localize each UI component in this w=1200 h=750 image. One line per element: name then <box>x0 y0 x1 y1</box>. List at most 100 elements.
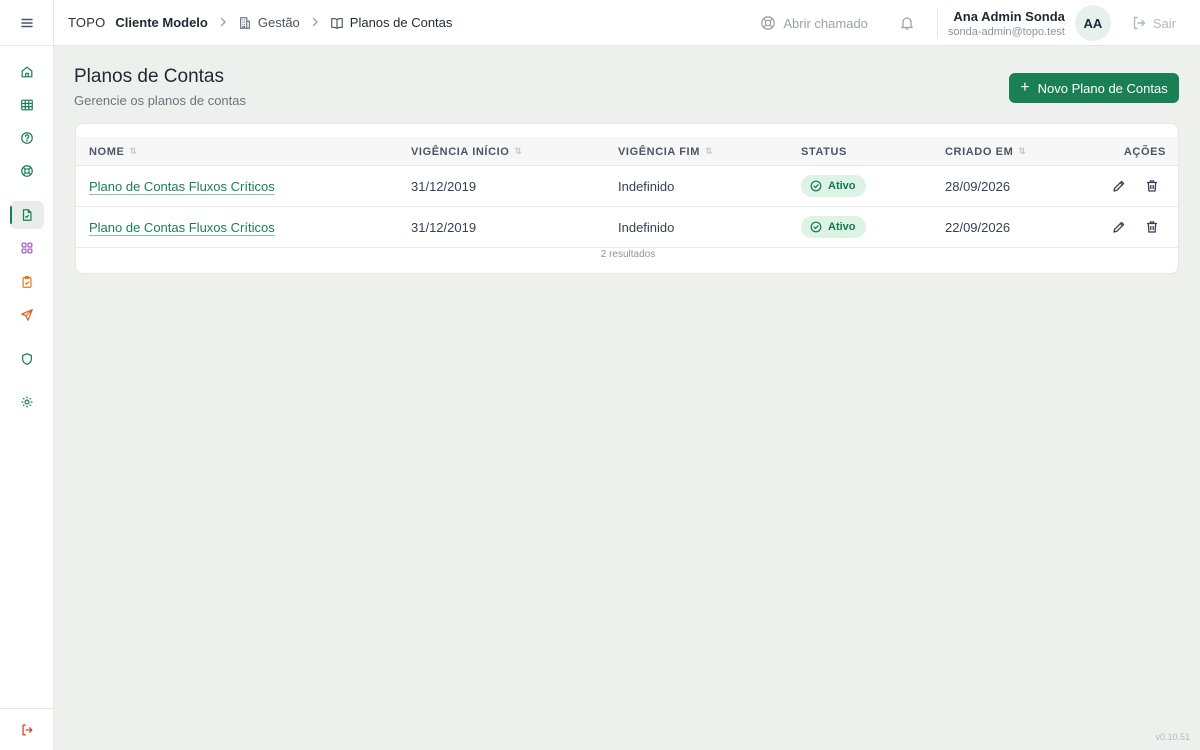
sidebar-item-help[interactable] <box>10 124 44 152</box>
column-header-vigencia-inicio[interactable]: VIGÊNCIA INÍCIO ⇅ <box>411 137 523 166</box>
plans-table: NOME ⇅ VIGÊNCIA INÍCIO ⇅ VIGÊNCIA FIM ⇅ … <box>75 123 1179 274</box>
user-email: sonda-admin@topo.test <box>947 25 1065 38</box>
trash-icon <box>1147 221 1157 233</box>
vigencia-fim-cell: Indefinido <box>618 178 675 194</box>
sidebar-item-home[interactable] <box>10 58 44 86</box>
page-title: Planos de Contas <box>74 66 224 87</box>
table-header: NOME ⇅ VIGÊNCIA INÍCIO ⇅ VIGÊNCIA FIM ⇅ … <box>76 137 1178 166</box>
grid-icon <box>21 242 33 254</box>
user-info[interactable]: Ana Admin Sonda sonda-admin@topo.test <box>948 9 1065 38</box>
sort-icon: ⇅ <box>704 146 714 156</box>
table-icon <box>21 99 33 111</box>
logout-icon <box>21 724 32 735</box>
column-criado-em-label: CRIADO EM <box>945 145 1014 158</box>
brand-label[interactable]: TOPO <box>68 15 105 30</box>
sidebar-item-support[interactable] <box>10 157 44 185</box>
sidebar <box>0 0 54 750</box>
column-header-acoes: AÇÕES <box>1124 137 1166 166</box>
avatar[interactable]: AA <box>1074 5 1111 41</box>
results-count: 2 resultados <box>600 249 656 260</box>
document-icon <box>22 209 32 221</box>
vigencia-fim-cell: Indefinido <box>618 219 675 235</box>
sort-icon: ⇅ <box>129 146 138 156</box>
chevron-right-icon <box>310 16 320 30</box>
criado-em-cell: 22/09/2026 <box>945 219 1011 235</box>
lifebuoy-icon <box>21 165 33 177</box>
home-icon <box>21 66 33 78</box>
pencil-icon <box>1113 180 1125 192</box>
logout-button[interactable]: Sair <box>1131 15 1176 31</box>
status-label: Ativo <box>828 180 856 192</box>
shield-icon <box>22 353 32 365</box>
bell-icon <box>901 17 913 30</box>
sort-icon: ⇅ <box>1018 146 1027 156</box>
sidebar-item-tasks[interactable] <box>10 268 44 296</box>
table-row: Plano de Contas Fluxos Críticos 31/12/20… <box>76 207 1178 248</box>
clipboard-check-icon <box>22 275 32 288</box>
user-name: Ana Admin Sonda <box>953 8 1065 24</box>
sort-icon: ⇅ <box>514 146 523 156</box>
open-ticket-button[interactable]: Abrir chamado <box>760 15 868 31</box>
breadcrumb: TOPO Cliente Modelo Gestão Planos de Con… <box>54 0 452 46</box>
delete-button[interactable] <box>1144 219 1160 235</box>
column-vigencia-inicio-label: VIGÊNCIA INÍCIO <box>411 145 510 158</box>
vigencia-inicio-cell: 31/12/2019 <box>411 178 477 194</box>
column-nome-label: NOME <box>89 145 125 158</box>
column-header-criado-em[interactable]: CRIADO EM ⇅ <box>945 137 1027 166</box>
check-circle-icon <box>810 180 822 192</box>
sidebar-item-table[interactable] <box>10 91 44 119</box>
status-badge: Ativo <box>801 175 866 197</box>
book-icon <box>330 17 343 29</box>
sidebar-item-modules[interactable] <box>10 234 44 262</box>
breadcrumb-planos-label: Planos de Contas <box>349 15 453 30</box>
plan-name-link[interactable]: Plano de Contas Fluxos Críticos <box>89 179 275 194</box>
column-header-status: STATUS <box>801 137 847 166</box>
help-circle-icon <box>21 132 33 144</box>
criado-em-cell: 28/09/2026 <box>945 178 1011 194</box>
vigencia-inicio-cell: 31/12/2019 <box>411 219 477 235</box>
plan-name-link[interactable]: Plano de Contas Fluxos Críticos <box>89 220 275 235</box>
edit-button[interactable] <box>1111 219 1127 235</box>
notifications-button[interactable] <box>898 14 916 32</box>
version-label: v0.10.51 <box>1155 732 1190 742</box>
menu-toggle-button[interactable] <box>0 0 53 46</box>
sidebar-item-settings[interactable] <box>10 388 44 416</box>
hamburger-icon <box>20 18 33 27</box>
table-row: Plano de Contas Fluxos Críticos 31/12/20… <box>76 166 1178 207</box>
breadcrumb-gestao[interactable]: Gestão <box>238 15 300 30</box>
sidebar-logout-button[interactable] <box>0 708 53 750</box>
logout-label: Sair <box>1152 15 1176 31</box>
plus-icon: + <box>1020 79 1030 96</box>
column-header-vigencia-fim[interactable]: VIGÊNCIA FIM ⇅ <box>618 137 713 166</box>
top-header: TOPO Cliente Modelo Gestão Planos de Con… <box>54 0 1200 46</box>
column-acoes-label: AÇÕES <box>1123 145 1166 158</box>
breadcrumb-planos: Planos de Contas <box>330 15 453 30</box>
sidebar-item-send[interactable] <box>10 301 44 329</box>
new-plan-button[interactable]: + Novo Plano de Contas <box>1009 73 1179 103</box>
column-header-nome[interactable]: NOME ⇅ <box>89 137 138 166</box>
column-vigencia-fim-label: VIGÊNCIA FIM <box>618 145 700 158</box>
open-ticket-label: Abrir chamado <box>783 15 868 31</box>
building-icon <box>239 16 250 29</box>
check-circle-icon <box>810 221 822 233</box>
delete-button[interactable] <box>1144 178 1160 194</box>
trash-icon <box>1147 180 1157 192</box>
pencil-icon <box>1113 221 1125 233</box>
page-subtitle: Gerencie os planos de contas <box>74 93 246 108</box>
logout-icon <box>1133 16 1146 30</box>
edit-button[interactable] <box>1111 178 1127 194</box>
header-actions: Abrir chamado Ana Admin Sonda sonda-admi… <box>760 0 1200 46</box>
sidebar-item-documents[interactable] <box>10 201 44 229</box>
lifebuoy-icon <box>761 16 776 30</box>
chevron-right-icon <box>218 16 228 30</box>
header-divider <box>936 8 938 38</box>
status-label: Ativo <box>828 221 856 233</box>
breadcrumb-gestao-label: Gestão <box>257 15 300 30</box>
new-plan-label: Novo Plano de Contas <box>1037 80 1168 96</box>
status-badge: Ativo <box>801 216 866 238</box>
gear-icon <box>21 396 33 408</box>
client-name[interactable]: Cliente Modelo <box>115 15 207 30</box>
send-icon <box>21 309 33 321</box>
sidebar-item-security[interactable] <box>10 345 44 373</box>
column-status-label: STATUS <box>801 145 847 158</box>
